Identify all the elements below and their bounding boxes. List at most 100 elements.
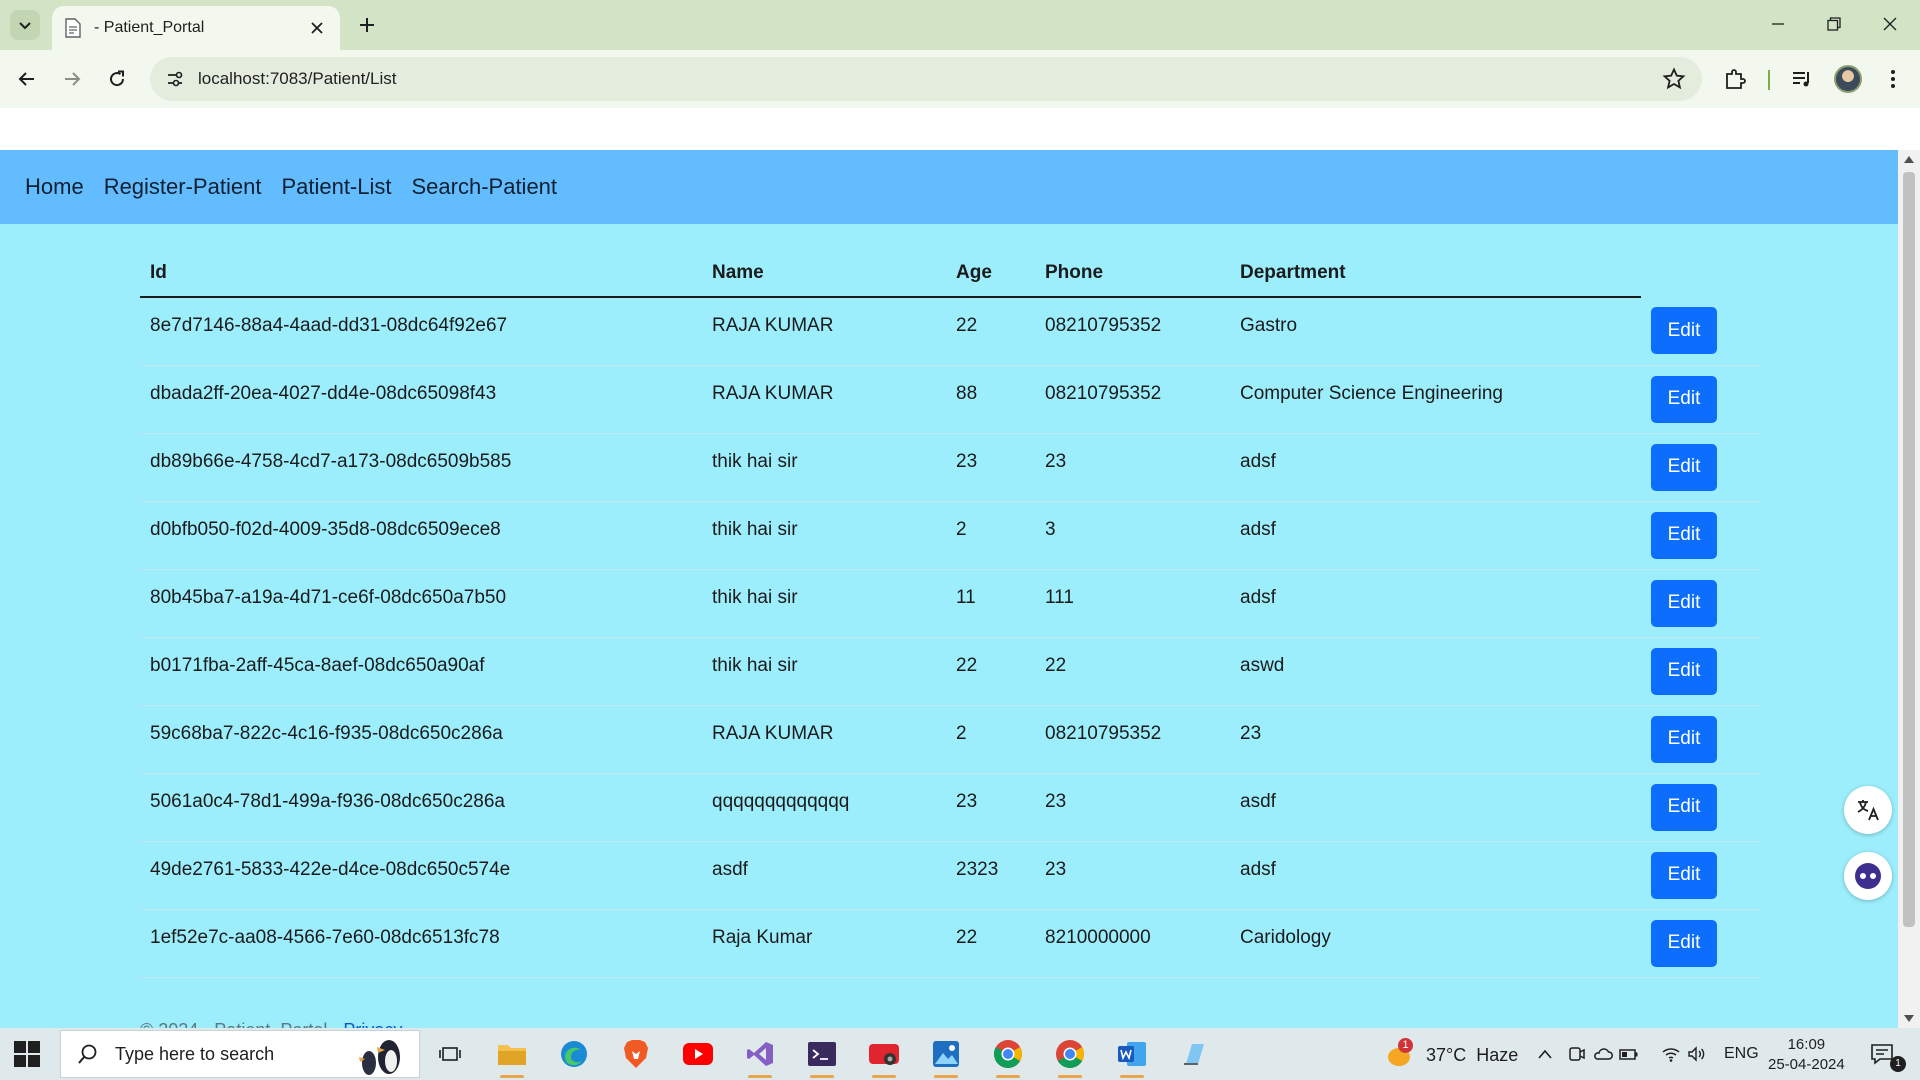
show-hidden-icons-icon[interactable] xyxy=(1532,1036,1558,1072)
weather-widget[interactable]: 1 37°C Haze xyxy=(1386,1038,1519,1068)
edit-button[interactable]: Edit xyxy=(1651,647,1717,695)
cell-id: b0171fba-2aff-45ca-8aef-08dc650a90af xyxy=(140,637,702,706)
extensions-button[interactable] xyxy=(1720,64,1750,94)
youtube-icon[interactable] xyxy=(680,1036,716,1072)
onedrive-icon[interactable] xyxy=(1592,1036,1614,1072)
back-button[interactable] xyxy=(10,62,44,96)
running-indicator xyxy=(748,1075,772,1078)
assistant-button[interactable] xyxy=(1844,852,1892,900)
running-indicator xyxy=(996,1075,1020,1078)
screen-recorder-icon[interactable] xyxy=(866,1036,902,1078)
toolbar-divider xyxy=(1768,70,1770,90)
browser-tab-strip: - Patient_Portal xyxy=(0,0,1920,50)
address-bar[interactable]: localhost:7083/Patient/List xyxy=(150,57,1702,101)
file-explorer-icon[interactable] xyxy=(494,1036,530,1078)
close-window-button[interactable] xyxy=(1862,0,1918,48)
cell-action: Edit xyxy=(1641,909,1760,978)
cell-action: Edit xyxy=(1641,773,1760,842)
penguin-illustration-icon xyxy=(359,1040,400,1075)
minimize-button[interactable] xyxy=(1750,0,1806,48)
notification-center-icon[interactable]: 1 xyxy=(1864,1036,1906,1072)
cell-name: qqqqqqqqqqqqq xyxy=(702,773,946,842)
nav-link-register-patient[interactable]: Register-Patient xyxy=(104,174,262,200)
weather-sun-icon: 1 xyxy=(1386,1038,1416,1068)
edit-button[interactable]: Edit xyxy=(1651,307,1717,354)
cell-action: Edit xyxy=(1641,433,1760,502)
browser-tab-active[interactable]: - Patient_Portal xyxy=(52,6,340,50)
taskbar-search[interactable]: Type here to search xyxy=(60,1030,420,1078)
cell-phone: 111 xyxy=(1035,569,1230,638)
new-tab-button[interactable] xyxy=(352,10,382,40)
media-controls-button[interactable] xyxy=(1787,64,1817,94)
edit-button[interactable]: Edit xyxy=(1651,375,1717,423)
cell-department: adsf xyxy=(1230,501,1641,570)
taskbar-search-placeholder: Type here to search xyxy=(115,1043,275,1064)
nav-link-home[interactable]: Home xyxy=(25,174,84,200)
cell-name: thik hai sir xyxy=(702,637,946,706)
task-view-icon[interactable] xyxy=(432,1036,468,1072)
visual-studio-icon[interactable] xyxy=(742,1036,778,1078)
url-text: localhost:7083/Patient/List xyxy=(198,69,397,88)
windows-start-icon[interactable] xyxy=(14,1041,40,1067)
forward-button[interactable] xyxy=(55,62,89,96)
wifi-icon[interactable] xyxy=(1660,1036,1682,1072)
weather-text: 37°C Haze xyxy=(1426,1044,1519,1065)
language-indicator[interactable]: ENG xyxy=(1724,1045,1759,1063)
edit-button[interactable]: Edit xyxy=(1651,851,1717,899)
edit-button[interactable]: Edit xyxy=(1651,443,1717,491)
chrome-icon[interactable] xyxy=(990,1036,1026,1078)
column-header-id: Id xyxy=(140,249,702,298)
cell-id: 1ef52e7c-aa08-4566-7e60-08dc6513fc78 xyxy=(140,909,702,978)
notes-app-icon[interactable] xyxy=(1176,1036,1212,1072)
edit-button[interactable]: Edit xyxy=(1651,919,1717,967)
cell-department: Caridology xyxy=(1230,909,1641,978)
cell-id: 59c68ba7-822c-4c16-f935-08dc650c286a xyxy=(140,705,702,774)
scroll-down-icon[interactable] xyxy=(1904,1015,1914,1022)
restore-icon xyxy=(1827,17,1841,31)
translate-button[interactable] xyxy=(1844,786,1892,834)
browser-menu-button[interactable] xyxy=(1878,64,1908,94)
taskbar-clock[interactable]: 16:09 25-04-2024 xyxy=(1768,1035,1845,1075)
terminal-icon[interactable] xyxy=(804,1036,840,1078)
cell-department: 23 xyxy=(1230,705,1641,774)
edit-button[interactable]: Edit xyxy=(1651,579,1717,627)
arrow-left-icon xyxy=(18,72,34,86)
edit-button[interactable]: Edit xyxy=(1651,783,1717,831)
scrollbar-thumb[interactable] xyxy=(1903,172,1915,927)
cell-department: adsf xyxy=(1230,841,1641,910)
meet-now-icon[interactable] xyxy=(1566,1036,1588,1072)
restore-button[interactable] xyxy=(1806,0,1862,48)
photos-icon[interactable] xyxy=(928,1036,964,1078)
site-info-icon[interactable] xyxy=(162,66,188,92)
reload-button[interactable] xyxy=(100,62,134,96)
footer-copyright: © 2024 - Patient_Portal - xyxy=(140,1020,343,1028)
running-indicator xyxy=(872,1075,896,1078)
cell-department: Computer Science Engineering xyxy=(1230,365,1641,434)
profile-avatar[interactable] xyxy=(1834,65,1862,93)
cell-department: asdf xyxy=(1230,773,1641,842)
table-row: db89b66e-4758-4cd7-a173-08dc6509b585 thi… xyxy=(140,433,1760,502)
tab-close-icon[interactable] xyxy=(306,17,328,39)
running-indicator xyxy=(1120,1075,1144,1078)
brave-browser-icon[interactable] xyxy=(618,1036,654,1072)
nav-link-patient-list[interactable]: Patient-List xyxy=(281,174,391,200)
nav-link-search-patient[interactable]: Search-Patient xyxy=(412,174,558,200)
chrome-profile-icon[interactable] xyxy=(1052,1036,1088,1078)
word-icon[interactable] xyxy=(1114,1036,1150,1078)
edge-browser-icon[interactable] xyxy=(556,1036,592,1072)
running-indicator xyxy=(500,1075,524,1078)
scroll-up-icon[interactable] xyxy=(1904,156,1914,163)
page-scrollbar[interactable] xyxy=(1898,150,1920,1028)
edit-button[interactable]: Edit xyxy=(1651,715,1717,763)
cell-phone: 08210795352 xyxy=(1035,705,1230,774)
cell-name: RAJA KUMAR xyxy=(702,365,946,434)
site-navbar: Home Register-Patient Patient-List Searc… xyxy=(0,150,1898,224)
footer-privacy-link[interactable]: Privacy xyxy=(343,1020,402,1028)
volume-icon[interactable] xyxy=(1686,1036,1708,1072)
tab-search-button[interactable] xyxy=(10,10,40,40)
edit-button[interactable]: Edit xyxy=(1651,511,1717,559)
cell-name: thik hai sir xyxy=(702,569,946,638)
battery-icon[interactable] xyxy=(1618,1036,1640,1072)
bookmark-star-icon[interactable] xyxy=(1662,67,1686,91)
column-header-age: Age xyxy=(946,249,1035,298)
